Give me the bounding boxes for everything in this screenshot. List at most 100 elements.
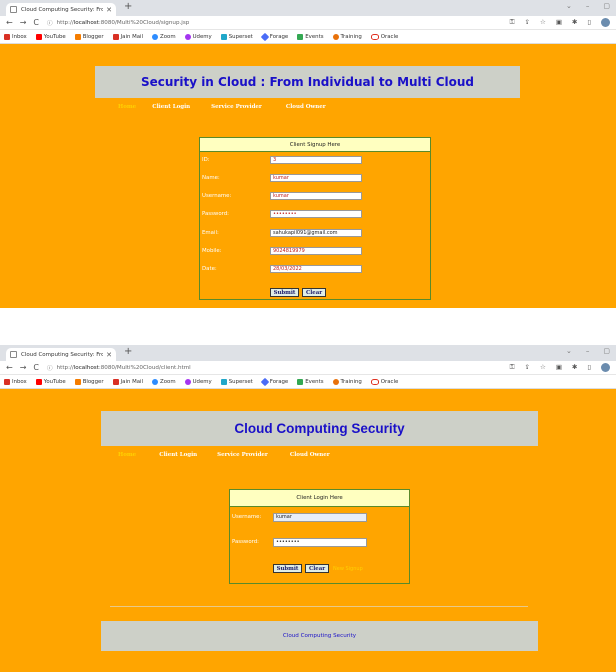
bookmark-blogger[interactable]: Blogger xyxy=(74,33,104,40)
id-field[interactable]: 3 xyxy=(270,156,362,164)
top-menu: Home Client Login Service Provider Cloud… xyxy=(118,452,330,458)
bookmark-oracle[interactable]: Oracle xyxy=(370,33,398,40)
bookmark-jain-mail[interactable]: Jain Mail xyxy=(112,378,143,385)
oracle-icon xyxy=(370,33,379,40)
key-icon[interactable]: ⚿ xyxy=(510,363,515,372)
puzzle-icon[interactable]: ✱ xyxy=(572,18,577,27)
star-icon[interactable]: ☆ xyxy=(540,18,546,27)
events-icon xyxy=(297,33,304,40)
restore-icon[interactable]: ▢ xyxy=(603,2,610,10)
reload-icon[interactable]: C xyxy=(33,363,39,372)
bookmark-youtube[interactable]: YouTube xyxy=(35,378,66,385)
puzzle-icon[interactable]: ✱ xyxy=(572,363,577,372)
extension-icon[interactable]: ▣ xyxy=(556,363,562,372)
sidebar-icon[interactable]: ▯ xyxy=(587,18,591,27)
bookmark-events[interactable]: Events xyxy=(297,378,324,385)
info-icon[interactable]: ⓘ xyxy=(47,19,53,27)
menu-client-login[interactable]: Client Login xyxy=(159,452,197,458)
new-tab-icon[interactable]: + xyxy=(124,1,132,12)
bookmark-inbox[interactable]: Inbox xyxy=(4,33,27,40)
name-field[interactable]: kumar xyxy=(270,174,362,182)
share-icon[interactable]: ⇪ xyxy=(525,363,530,372)
info-icon[interactable]: ⓘ xyxy=(47,364,53,372)
bookmark-label: Training xyxy=(340,33,362,40)
bookmark-forage[interactable]: Forage xyxy=(260,377,288,386)
url-prefix: http:// xyxy=(56,364,74,371)
star-icon[interactable]: ☆ xyxy=(540,363,546,372)
key-icon[interactable]: ⚿ xyxy=(510,18,515,27)
bookmark-oracle[interactable]: Oracle xyxy=(370,378,398,385)
bookmark-superset[interactable]: Superset xyxy=(220,33,253,40)
page-body: Cloud Computing Security Home Client Log… xyxy=(0,389,616,672)
back-arrow-icon[interactable]: ← xyxy=(6,363,13,372)
share-icon[interactable]: ⇪ xyxy=(525,18,530,27)
url-field[interactable]: ⓘ http://localhost:8080/Multi%20Cloud/si… xyxy=(47,19,502,27)
profile-avatar-icon[interactable] xyxy=(601,18,610,27)
minimize-icon[interactable]: – xyxy=(586,347,590,355)
bookmark-zoom[interactable]: Zoom xyxy=(152,33,176,40)
bookmark-inbox[interactable]: Inbox xyxy=(4,378,27,385)
udemy-icon xyxy=(184,378,191,385)
training-icon xyxy=(332,378,339,385)
bookmark-blogger[interactable]: Blogger xyxy=(74,378,104,385)
bookmark-label: Inbox xyxy=(12,378,27,385)
bookmark-label: Superset xyxy=(228,33,253,40)
password-field[interactable]: •••••••• xyxy=(270,210,362,218)
restore-icon[interactable]: ▢ xyxy=(603,347,610,355)
browser-tab[interactable]: Cloud Computing Security: From ✕ xyxy=(6,3,116,16)
close-tab-icon[interactable]: ✕ xyxy=(106,351,112,359)
bookmark-training[interactable]: Training xyxy=(332,33,362,40)
close-tab-icon[interactable]: ✕ xyxy=(106,6,112,14)
bookmark-forage[interactable]: Forage xyxy=(260,32,288,41)
clear-button[interactable]: Clear xyxy=(302,288,326,297)
bookmark-jain-mail[interactable]: Jain Mail xyxy=(112,33,144,40)
date-field[interactable]: 28/03/2022 xyxy=(270,265,362,273)
oracle-icon xyxy=(370,378,379,385)
url-host: localhost xyxy=(73,364,99,371)
blogger-icon xyxy=(74,33,81,40)
gmail-icon xyxy=(112,378,119,385)
minimize-icon[interactable]: – xyxy=(586,2,590,10)
sidebar-icon[interactable]: ▯ xyxy=(587,363,591,372)
profile-avatar-icon[interactable] xyxy=(601,363,610,372)
bookmark-superset[interactable]: Superset xyxy=(220,378,253,385)
bookmark-udemy[interactable]: Udemy xyxy=(184,33,212,40)
bookmark-training[interactable]: Training xyxy=(332,378,362,385)
mobile-field[interactable]: 9024819979 xyxy=(270,247,362,255)
new-tab-icon[interactable]: + xyxy=(124,346,132,357)
username-field[interactable]: kumar xyxy=(270,192,362,200)
bookmark-label: Jain Mail xyxy=(120,33,144,40)
url-field[interactable]: ⓘ http://localhost:8080/Multi%20Cloud/cl… xyxy=(47,364,502,372)
bookmark-label: Udemy xyxy=(192,378,212,385)
password-field[interactable]: •••••••• xyxy=(273,537,367,547)
bookmark-events[interactable]: Events xyxy=(297,33,324,40)
new-signup-link[interactable]: New Signup xyxy=(333,566,363,572)
back-arrow-icon[interactable]: ← xyxy=(6,18,13,27)
reload-icon[interactable]: C xyxy=(33,18,39,27)
forward-arrow-icon[interactable]: → xyxy=(20,18,27,27)
chevron-down-icon[interactable]: ⌄ xyxy=(566,347,572,355)
bookmark-label: Events xyxy=(305,33,324,40)
bookmark-label: Events xyxy=(305,378,324,385)
submit-button[interactable]: Submit xyxy=(270,288,299,297)
menu-service-provider[interactable]: Service Provider xyxy=(211,104,262,110)
browser-tab[interactable]: Cloud Computing Security: From ✕ xyxy=(6,348,116,361)
submit-button[interactable]: Submit xyxy=(273,564,302,573)
bookmark-zoom[interactable]: Zoom xyxy=(152,378,176,385)
menu-client-login[interactable]: Client Login xyxy=(152,104,190,110)
bookmark-udemy[interactable]: Udemy xyxy=(184,378,212,385)
menu-cloud-owner[interactable]: Cloud Owner xyxy=(286,104,326,110)
field-label: Name: xyxy=(202,175,220,181)
menu-service-provider[interactable]: Service Provider xyxy=(217,452,268,458)
clear-button[interactable]: Clear xyxy=(305,564,329,573)
menu-home[interactable]: Home xyxy=(118,452,136,458)
email-field[interactable]: sahukapil091@gmail.com xyxy=(270,229,362,237)
menu-home[interactable]: Home xyxy=(118,104,136,110)
forward-arrow-icon[interactable]: → xyxy=(20,363,27,372)
bookmark-youtube[interactable]: YouTube xyxy=(35,33,66,40)
menu-cloud-owner[interactable]: Cloud Owner xyxy=(290,452,330,458)
username-field[interactable]: kumar xyxy=(273,512,367,522)
chevron-down-icon[interactable]: ⌄ xyxy=(566,2,572,10)
field-label: Password: xyxy=(202,211,229,217)
extension-icon[interactable]: ▣ xyxy=(556,18,562,27)
